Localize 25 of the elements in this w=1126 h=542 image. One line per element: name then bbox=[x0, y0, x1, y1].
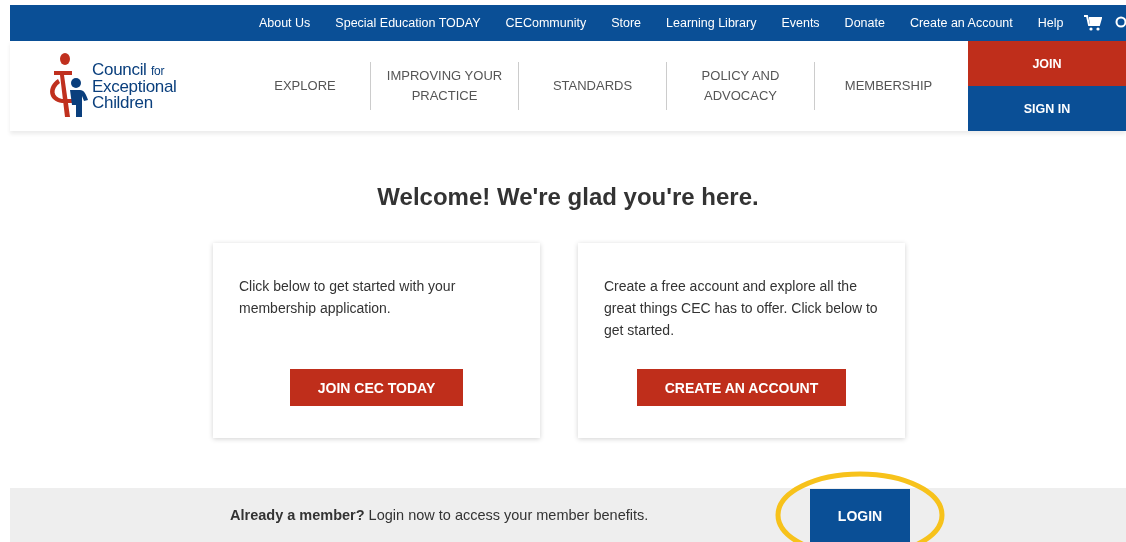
top-nav-link[interactable]: Learning Library bbox=[653, 16, 769, 30]
top-nav-link[interactable]: CECommunity bbox=[493, 16, 599, 30]
login-button[interactable]: LOGIN bbox=[810, 489, 910, 542]
main-menu-item[interactable]: EXPLORE bbox=[240, 76, 370, 96]
card-text: Create a free account and explore all the great things CEC has to offer. Click below to get started. bbox=[604, 277, 879, 340]
top-nav-link[interactable]: About Us bbox=[246, 16, 323, 30]
main-menu-item[interactable]: STANDARDS bbox=[519, 76, 666, 96]
top-nav-link[interactable]: Store bbox=[598, 16, 654, 30]
sign-in-button[interactable]: SIGN IN bbox=[968, 86, 1126, 131]
welcome-heading: Welcome! We're glad you're here. bbox=[377, 183, 759, 211]
card-action-button[interactable]: CREATE AN ACCOUNT bbox=[636, 369, 847, 406]
card-text: Click below to get started with your membership application. bbox=[239, 277, 457, 318]
top-nav-link[interactable]: Donate bbox=[832, 16, 898, 30]
logo-text: Council for Exceptional Children bbox=[92, 61, 177, 111]
main-menu-item[interactable]: POLICY AND ADVOCACY bbox=[667, 66, 814, 106]
card-action-button[interactable]: JOIN CEC TODAY bbox=[289, 369, 464, 406]
cart-icon[interactable] bbox=[1084, 15, 1102, 31]
main-menu-item[interactable]: IMPROVING YOUR PRACTICE bbox=[371, 66, 518, 106]
join-button[interactable]: JOIN bbox=[968, 41, 1126, 86]
top-nav-link[interactable]: Special Education TODAY bbox=[322, 16, 494, 30]
top-nav-link[interactable]: Create an Account bbox=[897, 16, 1026, 30]
top-nav-link[interactable]: Help bbox=[1025, 16, 1076, 30]
member-prompt-text: Already a member? Login now to access your member benefits. bbox=[230, 507, 650, 523]
top-nav-link[interactable]: Events bbox=[768, 16, 833, 30]
main-menu-item[interactable]: MEMBERSHIP bbox=[815, 76, 962, 96]
